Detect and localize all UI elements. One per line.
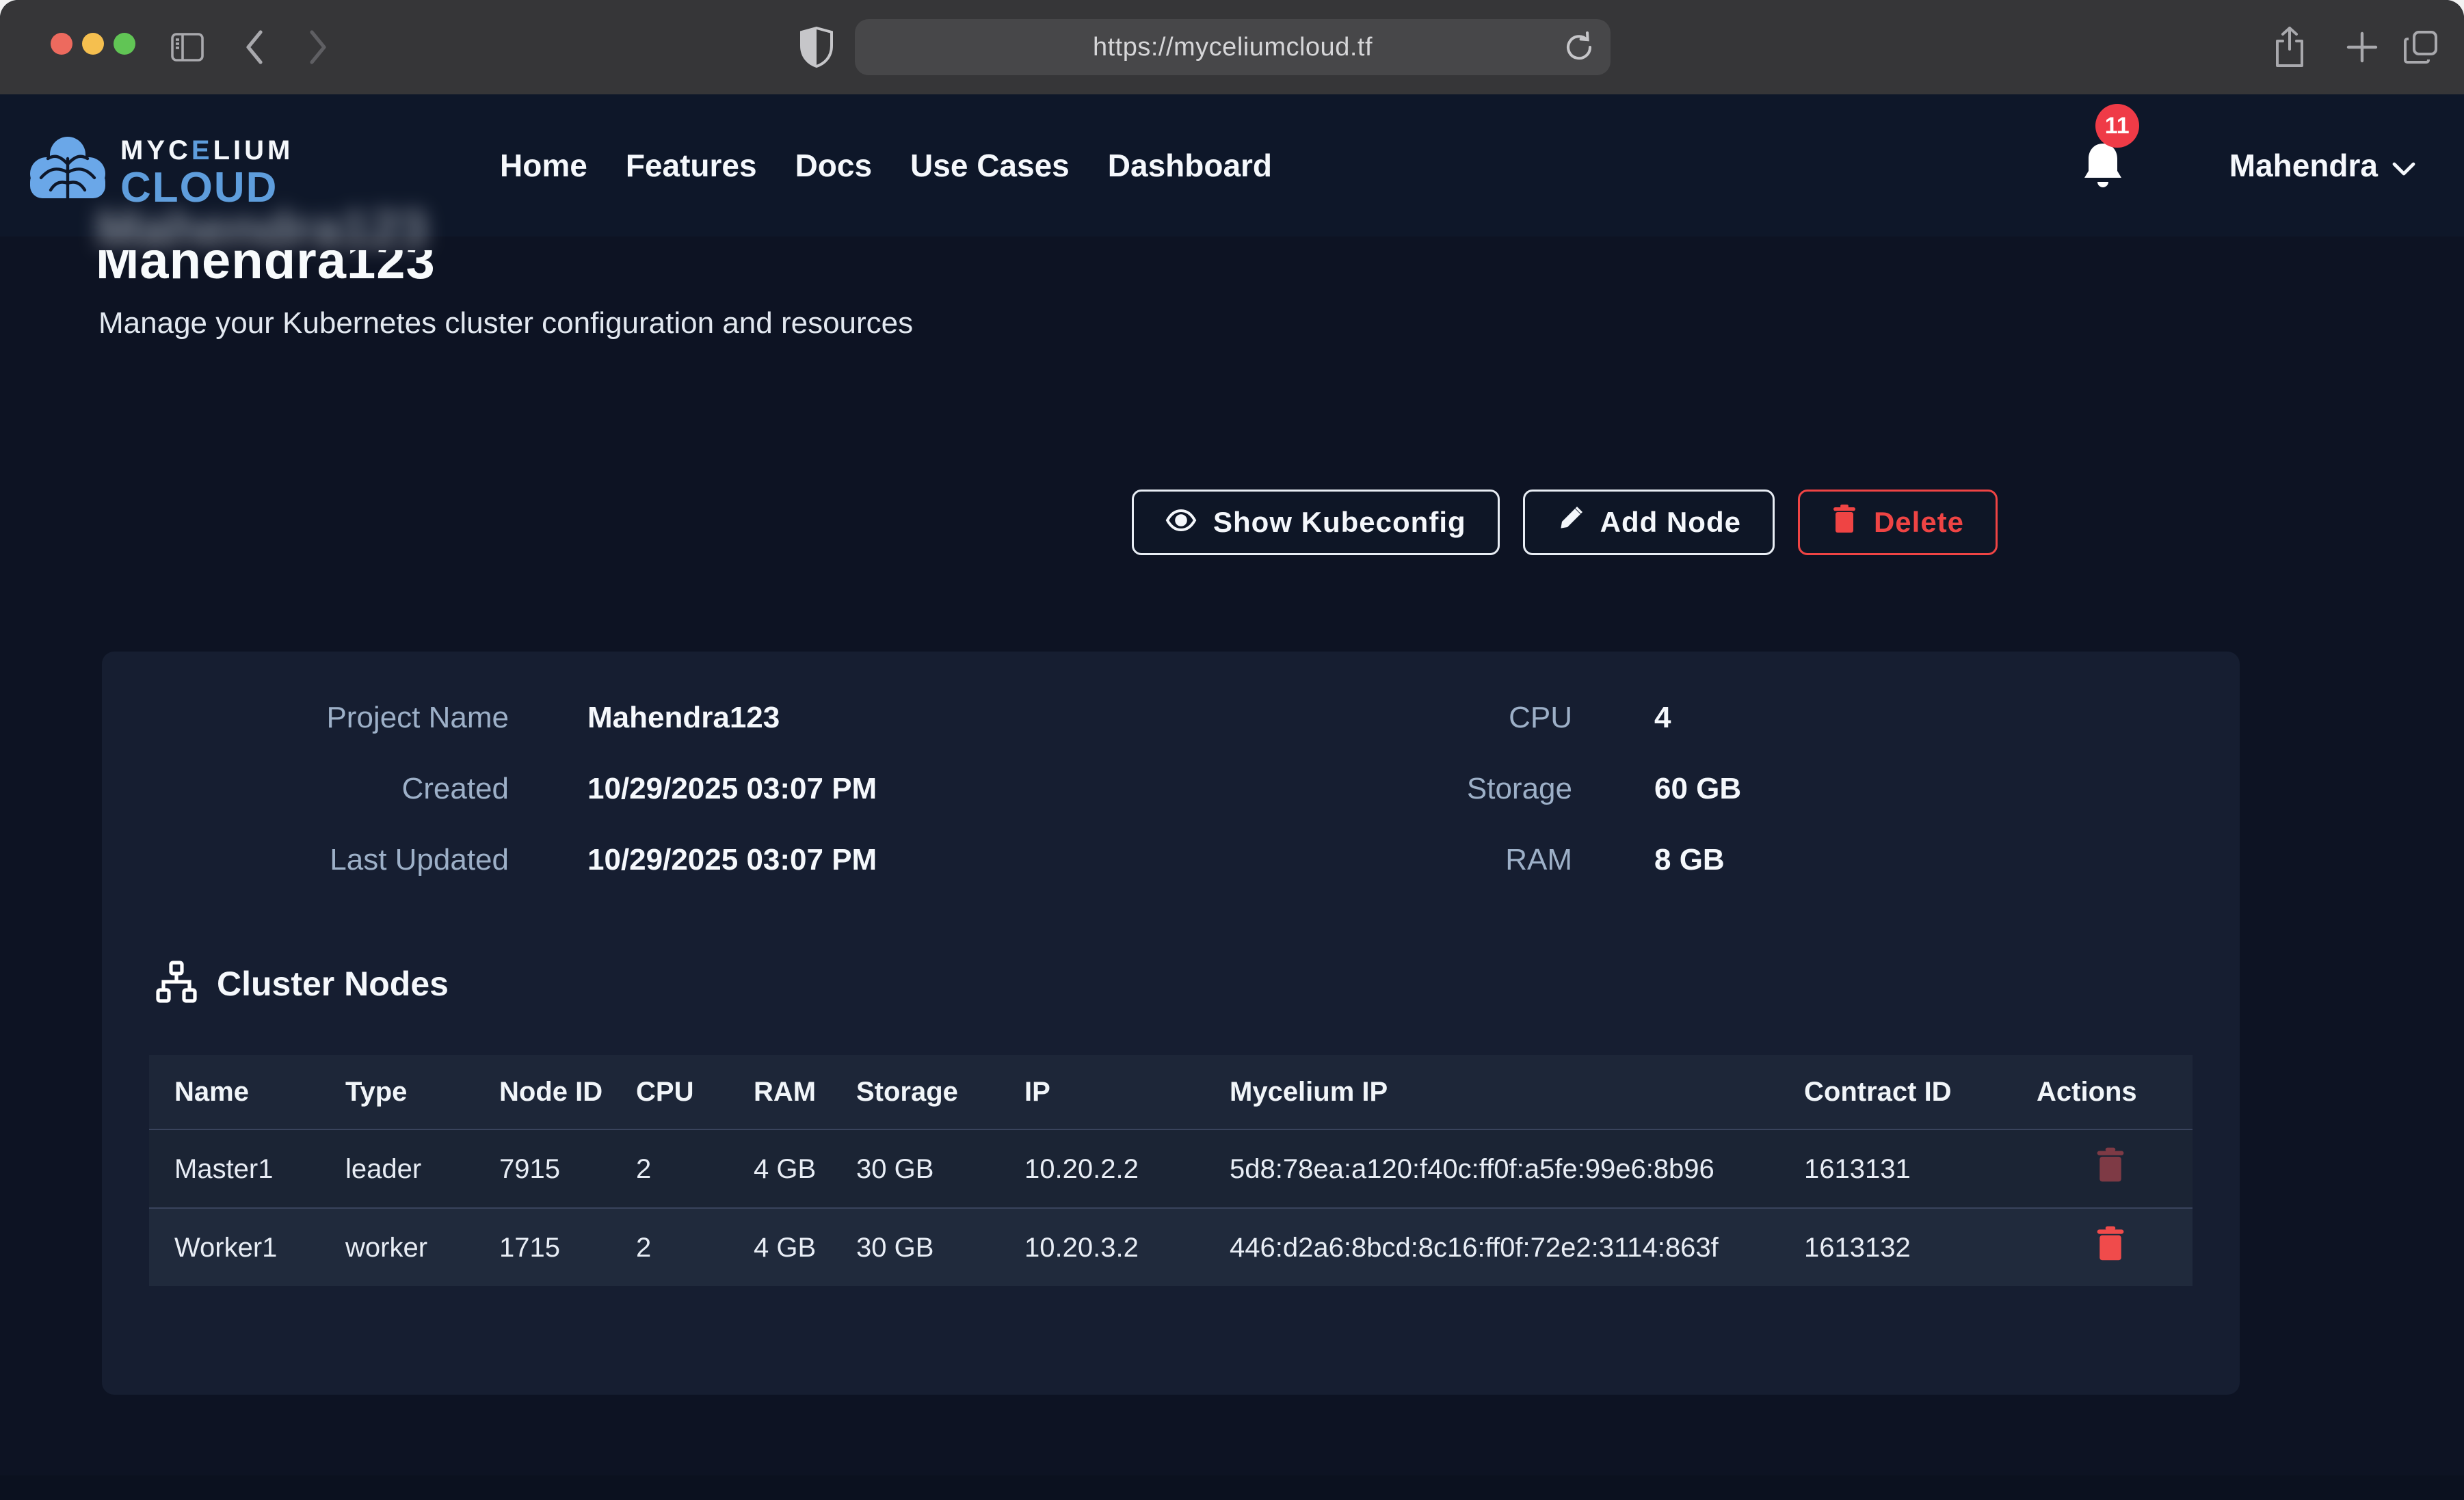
nav-item-docs[interactable]: Docs <box>795 147 872 184</box>
cell-node-id: 1715 <box>474 1208 611 1286</box>
browser-window: https://myceliumcloud.tf <box>0 0 2464 1500</box>
pencil-icon <box>1556 505 1584 539</box>
table-row-master1: Master1 leader 7915 2 4 GB 30 GB 10.20.2… <box>149 1129 2193 1208</box>
cell-cpu: 2 <box>611 1208 728 1286</box>
cell-node-id: 7915 <box>474 1129 611 1208</box>
cluster-nodes-heading: Cluster Nodes <box>155 961 449 1006</box>
privacy-shield-icon[interactable] <box>799 0 834 94</box>
cell-name: Worker1 <box>149 1208 320 1286</box>
cell-mycelium-ip: 5d8:78ea:a120:f40c:ff0f:a5fe:99e6:8b96 <box>1204 1129 1779 1208</box>
logo-wordmark: MYCELIUM CLOUD <box>120 137 293 209</box>
col-type: Type <box>320 1055 474 1129</box>
page-title: Mahendra123 <box>96 250 436 284</box>
nav-item-dashboard[interactable]: Dashboard <box>1108 147 1272 184</box>
tab-overview-icon[interactable] <box>2402 0 2440 94</box>
storage-label: Storage <box>1196 772 1572 806</box>
trash-icon <box>1831 504 1857 541</box>
eye-icon <box>1165 506 1197 539</box>
cell-ip: 10.20.3.2 <box>999 1208 1204 1286</box>
cell-type: worker <box>320 1208 474 1286</box>
col-contract-id: Contract ID <box>1779 1055 2011 1129</box>
col-mycelium-ip: Mycelium IP <box>1204 1055 1779 1129</box>
last-updated-label: Last Updated <box>133 843 509 877</box>
page-subtitle: Manage your Kubernetes cluster configura… <box>98 306 913 340</box>
ram-value: 8 GB <box>1654 843 1741 877</box>
forward-button-icon[interactable] <box>306 0 330 94</box>
show-kubeconfig-button[interactable]: Show Kubeconfig <box>1132 490 1500 555</box>
nav-links: Home Features Docs Use Cases Dashboard <box>500 94 1272 237</box>
created-value: 10/29/2025 03:07 PM <box>587 772 877 806</box>
cell-ip: 10.20.2.2 <box>999 1129 1204 1208</box>
cell-cpu: 2 <box>611 1129 728 1208</box>
cpu-value: 4 <box>1654 701 1741 735</box>
traffic-light-zoom-button[interactable] <box>114 33 135 55</box>
browser-chrome: https://myceliumcloud.tf <box>0 0 2464 94</box>
cell-storage: 30 GB <box>831 1129 999 1208</box>
user-name: Mahendra <box>2229 147 2378 184</box>
resource-info: CPU 4 Storage 60 GB RAM 8 GB <box>1196 701 1741 877</box>
project-name-value: Mahendra123 <box>587 701 877 735</box>
cluster-details-panel: Project Name Mahendra123 Created 10/29/2… <box>102 652 2240 1395</box>
traffic-light-minimize-button[interactable] <box>82 33 104 55</box>
notifications-button[interactable]: 11 <box>2079 138 2127 193</box>
nav-right: 11 Mahendra <box>2079 94 2416 237</box>
bell-icon <box>2079 184 2127 196</box>
project-name-label: Project Name <box>133 701 509 735</box>
delete-cluster-button[interactable]: Delete <box>1798 490 1998 555</box>
col-ram: RAM <box>728 1055 831 1129</box>
cell-name: Master1 <box>149 1129 320 1208</box>
cell-storage: 30 GB <box>831 1208 999 1286</box>
nav-item-features[interactable]: Features <box>626 147 757 184</box>
cell-contract-id: 1613132 <box>1779 1208 2011 1286</box>
user-menu[interactable]: Mahendra <box>2229 147 2416 184</box>
table-header-row: Name Type Node ID CPU RAM Storage IP Myc… <box>149 1055 2193 1129</box>
col-cpu: CPU <box>611 1055 728 1129</box>
cell-type: leader <box>320 1129 474 1208</box>
share-icon[interactable] <box>2272 0 2307 94</box>
ram-label: RAM <box>1196 843 1572 877</box>
col-ip: IP <box>999 1055 1204 1129</box>
cell-mycelium-ip: 446:d2a6:8bcd:8c16:ff0f:72e2:3114:863f <box>1204 1208 1779 1286</box>
reload-icon[interactable] <box>1564 31 1595 67</box>
nav-item-home[interactable]: Home <box>500 147 587 184</box>
traffic-light-close-button[interactable] <box>51 33 72 55</box>
col-storage: Storage <box>831 1055 999 1129</box>
cpu-label: CPU <box>1196 701 1572 735</box>
nav-item-use-cases[interactable]: Use Cases <box>910 147 1070 184</box>
new-tab-icon[interactable] <box>2344 0 2380 94</box>
trash-icon <box>2095 1147 2126 1183</box>
last-updated-value: 10/29/2025 03:07 PM <box>587 843 877 877</box>
delete-node-button[interactable] <box>2095 1225 2126 1262</box>
network-nodes-icon <box>155 961 198 1006</box>
cell-actions <box>2011 1129 2193 1208</box>
table-row-worker1: Worker1 worker 1715 2 4 GB 30 GB 10.20.3… <box>149 1208 2193 1286</box>
cell-ram: 4 GB <box>728 1129 831 1208</box>
cell-ram: 4 GB <box>728 1208 831 1286</box>
notification-count-badge: 11 <box>2095 104 2139 148</box>
trash-icon <box>2095 1225 2126 1262</box>
page-footer-strip <box>0 1475 2464 1500</box>
storage-value: 60 GB <box>1654 772 1741 806</box>
add-node-button[interactable]: Add Node <box>1523 490 1775 555</box>
address-bar-url[interactable]: https://myceliumcloud.tf <box>855 19 1611 75</box>
col-actions: Actions <box>2011 1055 2193 1129</box>
cell-contract-id: 1613131 <box>1779 1129 2011 1208</box>
created-label: Created <box>133 772 509 806</box>
project-info: Project Name Mahendra123 Created 10/29/2… <box>133 701 877 877</box>
col-node-id: Node ID <box>474 1055 611 1129</box>
chevron-down-icon <box>2392 147 2416 184</box>
delete-node-button[interactable] <box>2095 1147 2126 1183</box>
cluster-actions: Show Kubeconfig Add Node <box>1132 490 1998 555</box>
col-name: Name <box>149 1055 320 1129</box>
cluster-nodes-table: Name Type Node ID CPU RAM Storage IP Myc… <box>149 1055 2193 1286</box>
cell-actions <box>2011 1208 2193 1286</box>
address-bar[interactable]: https://myceliumcloud.tf <box>855 19 1611 75</box>
sidebar-toggle-icon[interactable] <box>171 0 204 94</box>
back-button-icon[interactable] <box>243 0 266 94</box>
